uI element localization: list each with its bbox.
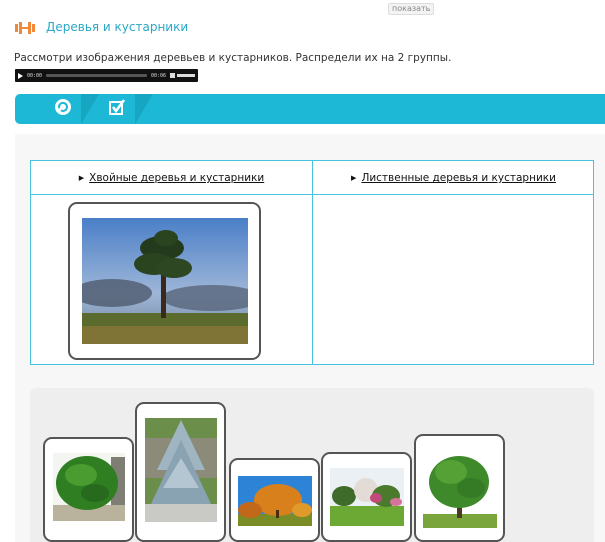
image-card-pine-tree[interactable] [68,202,261,360]
audio-duration: 00:06 [150,72,166,79]
triangle-right-icon: ▶ [78,174,85,182]
button-divider [135,94,153,124]
play-icon[interactable] [18,72,23,79]
column-header-label: Хвойные деревья и кустарники [89,172,265,184]
triangle-right-icon: ▶ [351,174,357,182]
volume-icon[interactable] [170,73,175,78]
column-header-label: Лиственные деревья и кустарники [361,172,556,184]
image-card-round-shrub[interactable] [43,437,134,542]
audio-progress-track[interactable] [46,74,147,77]
reset-button[interactable] [33,94,99,124]
image-card-park-trees[interactable] [321,452,412,542]
audio-player[interactable]: 00:00 00:06 [15,69,198,82]
autumn-tree-photo [238,476,312,526]
column-header-conifers[interactable]: ▶ Хвойные деревья и кустарники [31,161,312,195]
dumbbell-icon [14,20,36,34]
image-card-blue-spruce[interactable] [135,402,226,542]
deciduous-tree-photo [423,450,497,528]
header: Деревья и кустарники [14,16,188,38]
checkbox-check-icon [107,97,127,121]
show-hint-button[interactable]: показать [388,3,435,15]
round-shrub-photo [53,453,125,521]
pine-tree-photo [82,218,248,344]
park-trees-photo [330,468,404,526]
blue-spruce-photo [145,418,217,522]
column-header-deciduous[interactable]: ▶ Лиственные деревья и кустарники [313,161,594,195]
toolbar [15,94,605,124]
image-card-deciduous-tree[interactable] [414,434,505,542]
audio-current-time: 00:00 [27,72,43,79]
task-instruction: Рассмотри изображения деревьев и кустарн… [14,52,452,64]
check-answer-button[interactable] [87,94,153,124]
volume-slider[interactable] [177,74,195,77]
image-card-autumn-tree[interactable] [229,458,320,542]
page-title: Деревья и кустарники [46,20,189,34]
refresh-icon [53,97,73,121]
